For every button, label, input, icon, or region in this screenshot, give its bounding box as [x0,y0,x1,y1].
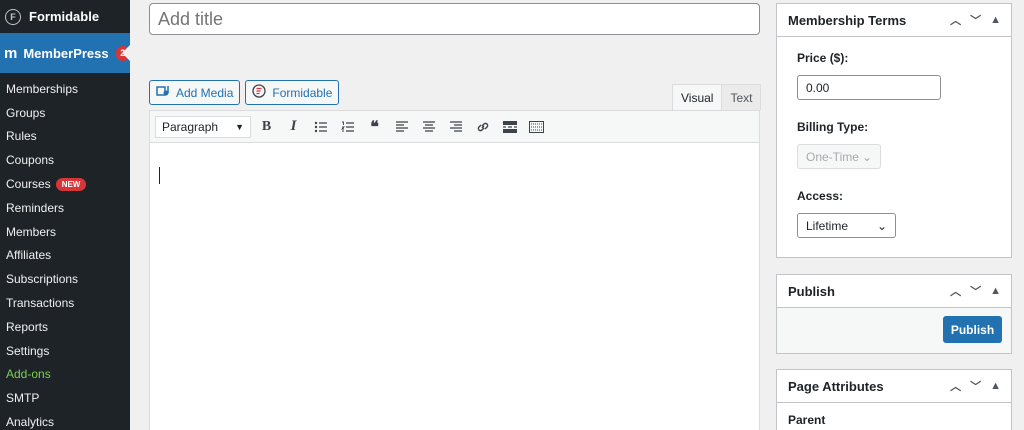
new-badge: NEW [55,177,87,191]
format-select[interactable]: Paragraph ▼ [155,115,251,138]
italic-icon[interactable]: I [282,116,305,138]
membership-terms-header: Membership Terms ︿ ﹀ ▲ [777,4,1011,37]
sidebar-item-groups[interactable]: Groups [0,101,130,125]
membership-terms-box: Membership Terms ︿ ﹀ ▲ Price ($): 0.00 B… [776,3,1012,258]
editor-tabs: Visual Text [672,84,762,110]
media-icon [156,84,170,101]
blockquote-icon[interactable]: ❝ [363,116,386,138]
sidebar-item-coupons[interactable]: Coupons [0,148,130,172]
billing-type-value: One-Time [806,149,859,164]
sidebar-item-label: Coupons [6,153,55,168]
move-down-icon[interactable]: ﹀ [970,283,981,299]
formidable-button[interactable]: Formidable [245,80,340,105]
toolbar-toggle-icon[interactable] [525,116,548,138]
link-icon[interactable] [471,116,494,138]
billing-type-select: One-Time ⌄ [797,144,881,169]
formidable-icon [252,84,267,101]
sidebar-item-label: Members [6,224,57,239]
sidebar-item-label: Subscriptions [6,272,79,287]
move-up-icon[interactable]: ︿ [950,378,961,394]
format-select-value: Paragraph [162,119,219,134]
publish-box: Publish ︿ ﹀ ▲ Publish [776,274,1012,354]
title-input[interactable] [149,3,760,35]
sidebar-item-label: Groups [6,105,46,120]
access-value: Lifetime [806,218,849,233]
price-label: Price ($): [797,51,849,65]
publish-actions: Publish [777,308,1011,353]
sidebar-item-label: Reminders [6,200,65,215]
sidebar-item-courses[interactable]: Courses NEW [0,172,130,196]
media-buttons: Add Media Formidable [149,80,340,105]
text-cursor [159,167,160,184]
memberpress-icon: m [4,44,17,62]
align-right-icon[interactable] [444,116,467,138]
publish-button[interactable]: Publish [943,316,1002,343]
numbered-list-icon[interactable] [336,116,359,138]
sidebar-item-label: Courses [6,177,51,192]
move-up-icon[interactable]: ︿ [950,12,961,28]
sidebar-item-memberpress[interactable]: m MemberPress 2 [0,33,130,73]
align-center-icon[interactable] [417,116,440,138]
sidebar-item-formidable[interactable]: F Formidable [0,0,130,33]
sidebar-item-memberships[interactable]: Memberships [0,77,130,101]
tab-text[interactable]: Text [722,84,762,110]
sidebar-item-settings[interactable]: Settings [0,339,130,363]
read-more-icon[interactable] [498,116,521,138]
bullet-list-icon[interactable] [309,116,332,138]
align-left-icon[interactable] [390,116,413,138]
move-down-icon[interactable]: ﹀ [970,12,981,28]
box-title: Membership Terms [788,12,907,28]
sidebar-item-affiliates[interactable]: Affiliates [0,244,130,268]
sidebar-item-addons[interactable]: Add-ons [0,363,130,387]
formidable-icon: F [5,8,21,25]
sidebar-submenu: Memberships Groups Rules Coupons Courses… [0,73,130,430]
collapse-icon[interactable]: ▲ [990,14,1001,26]
notification-badge: 2 [115,45,130,61]
sidebar-item-label: Transactions [6,296,75,311]
box-title: Page Attributes [788,378,884,394]
sidebar-item-label: Affiliates [6,248,52,263]
sidebar-item-transactions[interactable]: Transactions [0,291,130,315]
formidable-label: Formidable [272,85,333,100]
sidebar-item-analytics[interactable]: Analytics [0,410,130,430]
content-editor[interactable]: Paragraph ▼ B I ❝ [149,110,760,430]
chevron-down-icon: ⌄ [876,218,887,233]
chevron-down-icon: ⌄ [861,149,872,164]
move-down-icon[interactable]: ﹀ [970,378,981,394]
sidebar-item-label: Settings [6,343,50,358]
collapse-icon[interactable]: ▲ [990,380,1001,392]
price-input[interactable]: 0.00 [797,75,941,100]
box-title: Publish [788,283,835,299]
publish-header: Publish ︿ ﹀ ▲ [777,275,1011,308]
sidebar-item-label: Reports [6,319,49,334]
billing-type-label: Billing Type: [797,120,869,134]
editor-toolbar: Paragraph ▼ B I ❝ [150,111,759,143]
add-media-button[interactable]: Add Media [149,80,241,105]
page-attributes-box: Page Attributes ︿ ﹀ ▲ Parent [776,369,1012,430]
admin-sidebar: F Formidable m MemberPress 2 Memberships… [0,0,130,430]
sidebar-item-reminders[interactable]: Reminders [0,196,130,220]
dropdown-arrow-icon: ▼ [235,121,244,132]
collapse-icon[interactable]: ▲ [990,285,1001,297]
sidebar-item-members[interactable]: Members [0,220,130,244]
tab-visual[interactable]: Visual [672,84,723,110]
move-up-icon[interactable]: ︿ [950,283,961,299]
sidebar-item-label: Formidable [29,9,100,24]
sidebar-item-label: MemberPress [23,45,109,61]
sidebar-item-label: Memberships [6,81,79,96]
sidebar-item-label: Rules [6,129,37,144]
sidebar-item-subscriptions[interactable]: Subscriptions [0,267,130,291]
sidebar-item-label: Analytics [6,415,55,430]
page-attributes-header: Page Attributes ︿ ﹀ ▲ [777,370,1011,403]
parent-label: Parent [788,413,826,427]
sidebar-item-smtp[interactable]: SMTP [0,386,130,410]
sidebar-item-reports[interactable]: Reports [0,315,130,339]
sidebar-item-label: Add-ons [6,367,51,382]
access-label: Access: [797,189,844,203]
sidebar-item-label: SMTP [6,391,40,406]
bold-icon[interactable]: B [255,116,278,138]
sidebar-item-rules[interactable]: Rules [0,125,130,149]
access-select[interactable]: Lifetime ⌄ [797,213,896,238]
add-media-label: Add Media [176,85,234,100]
